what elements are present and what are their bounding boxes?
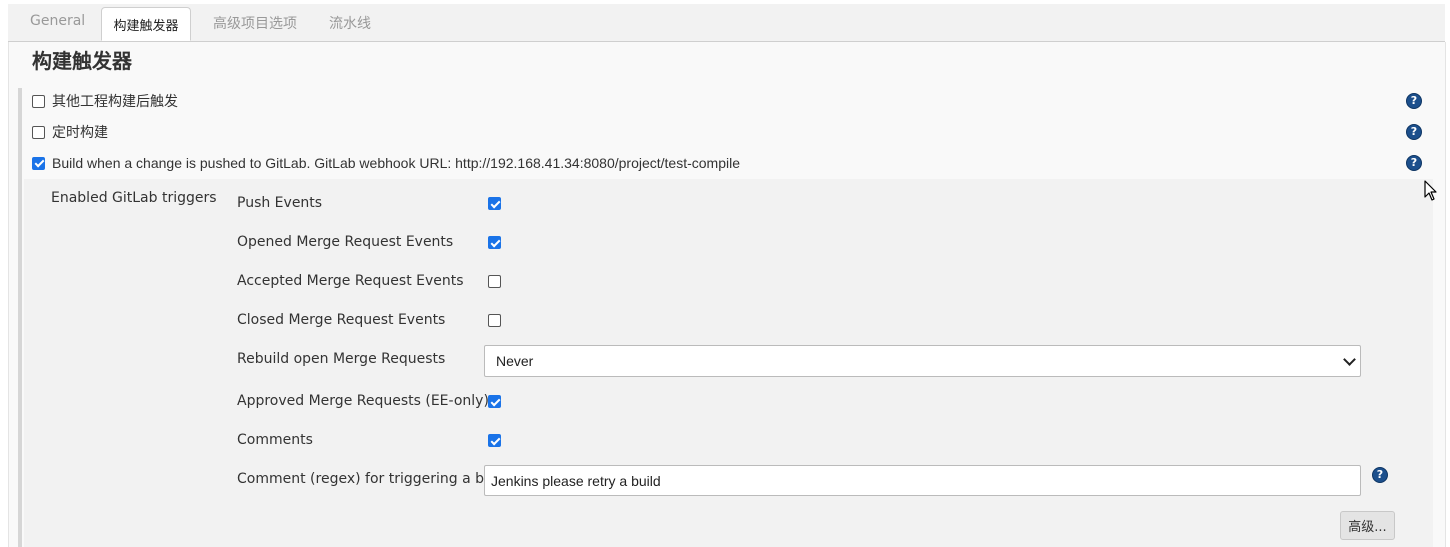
gitlab-triggers-title: Enabled GitLab triggers — [51, 190, 217, 206]
section-title: 构建触发器 — [32, 49, 132, 73]
accepted-mr-events-checkbox[interactable] — [488, 275, 501, 288]
trigger-scheduled-checkbox[interactable] — [32, 125, 45, 139]
content-area: 构建触发器 其他工程构建后触发 ? 定时构建 ? Build when a ch… — [8, 42, 1446, 547]
push-events-checkbox[interactable] — [488, 197, 501, 210]
trigger-scheduled-label: 定时构建 — [52, 125, 108, 141]
push-events-label: Push Events — [237, 195, 323, 211]
rebuild-open-mr-select[interactable]: Never — [484, 345, 1361, 377]
help-icon[interactable]: ? — [1406, 155, 1422, 171]
advanced-button[interactable]: 高级... — [1340, 511, 1395, 540]
comments-checkbox[interactable] — [488, 434, 501, 447]
tab-advanced-project-options[interactable]: 高级项目选项 — [213, 13, 297, 33]
opened-mr-events-label: Opened Merge Request Events — [237, 234, 454, 250]
trigger-gitlab-label: Build when a change is pushed to GitLab.… — [52, 155, 740, 171]
tab-general[interactable]: General — [30, 13, 85, 29]
trigger-after-other-projects-checkbox[interactable] — [32, 94, 45, 108]
rebuild-open-mr-value: Never — [496, 353, 534, 369]
approved-mr-checkbox[interactable] — [488, 395, 501, 408]
tab-build-triggers[interactable]: 构建触发器 — [101, 7, 191, 41]
trigger-gitlab-checkbox[interactable] — [32, 156, 45, 170]
approved-mr-label: Approved Merge Requests (EE-only) — [237, 393, 489, 409]
comment-regex-input[interactable] — [484, 465, 1361, 496]
help-icon[interactable]: ? — [1406, 93, 1422, 109]
comments-label: Comments — [237, 432, 313, 448]
mouse-cursor-icon — [1424, 180, 1437, 201]
accepted-mr-events-label: Accepted Merge Request Events — [237, 273, 464, 289]
help-icon[interactable]: ? — [1372, 467, 1388, 483]
help-icon[interactable]: ? — [1406, 124, 1422, 140]
closed-mr-events-checkbox[interactable] — [488, 314, 501, 327]
section-left-bar — [18, 88, 22, 547]
tab-bar: General 构建触发器 高级项目选项 流水线 — [8, 4, 1445, 42]
opened-mr-events-checkbox[interactable] — [488, 236, 501, 249]
tab-pipeline[interactable]: 流水线 — [329, 13, 371, 33]
trigger-row-gitlab: Build when a change is pushed to GitLab.… — [32, 154, 740, 172]
closed-mr-events-label: Closed Merge Request Events — [237, 312, 446, 328]
trigger-row-after-other-projects: 其他工程构建后触发 — [32, 92, 178, 110]
comment-regex-label: Comment (regex) for triggering a build — [237, 471, 510, 487]
gitlab-triggers-panel: Enabled GitLab triggers Push Events Open… — [24, 179, 1433, 547]
chevron-down-icon — [1343, 353, 1356, 366]
trigger-row-scheduled: 定时构建 — [32, 123, 108, 141]
trigger-after-other-projects-label: 其他工程构建后触发 — [52, 94, 178, 110]
rebuild-open-mr-label: Rebuild open Merge Requests — [237, 351, 446, 367]
